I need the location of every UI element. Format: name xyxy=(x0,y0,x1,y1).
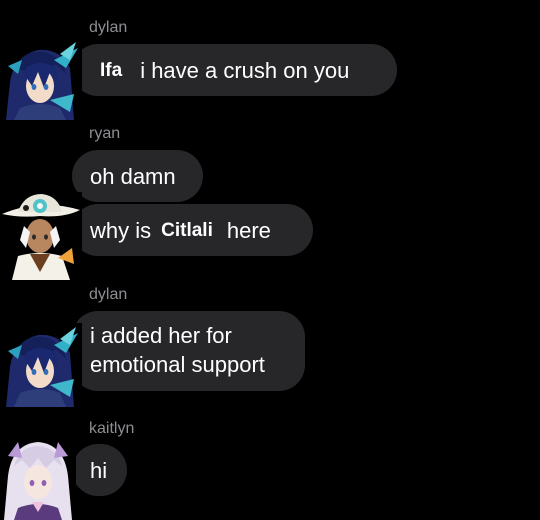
message-bubble[interactable]: why is Citlali here xyxy=(72,204,313,256)
sender-name: dylan xyxy=(89,19,128,36)
message-bubble[interactable]: Ifa i have a crush on you xyxy=(72,44,397,96)
message-text: i added her for emotional support xyxy=(90,321,265,379)
message-bubble[interactable]: hi xyxy=(72,444,127,496)
sender-name: kaitlyn xyxy=(89,420,135,437)
chat-thread: dylan Ifa i have a crush on you ryan oh … xyxy=(0,0,540,520)
message-bubble[interactable]: i added her for emotional support xyxy=(72,311,305,391)
message-text: oh damn xyxy=(90,163,176,189)
blue-haired-character-avatar-icon[interactable] xyxy=(0,38,82,120)
cowboy-hat-character-avatar-icon[interactable] xyxy=(0,192,82,280)
message-text: hi xyxy=(90,457,108,483)
message-bubble[interactable]: oh damn xyxy=(72,150,203,202)
message-text: why is xyxy=(90,217,152,243)
mention-tag[interactable]: Ifa xyxy=(100,56,122,85)
message-text: here xyxy=(226,217,271,243)
sender-name: ryan xyxy=(89,125,121,142)
mention-tag[interactable]: Citlali xyxy=(161,216,213,245)
sender-name: dylan xyxy=(89,286,128,303)
blue-haired-character-avatar-icon[interactable] xyxy=(0,323,82,407)
silver-haired-character-avatar-icon[interactable] xyxy=(0,436,76,520)
message-text: i have a crush on you xyxy=(140,57,350,83)
message-line: emotional support xyxy=(90,352,265,377)
message-line: i added her for xyxy=(90,323,232,348)
